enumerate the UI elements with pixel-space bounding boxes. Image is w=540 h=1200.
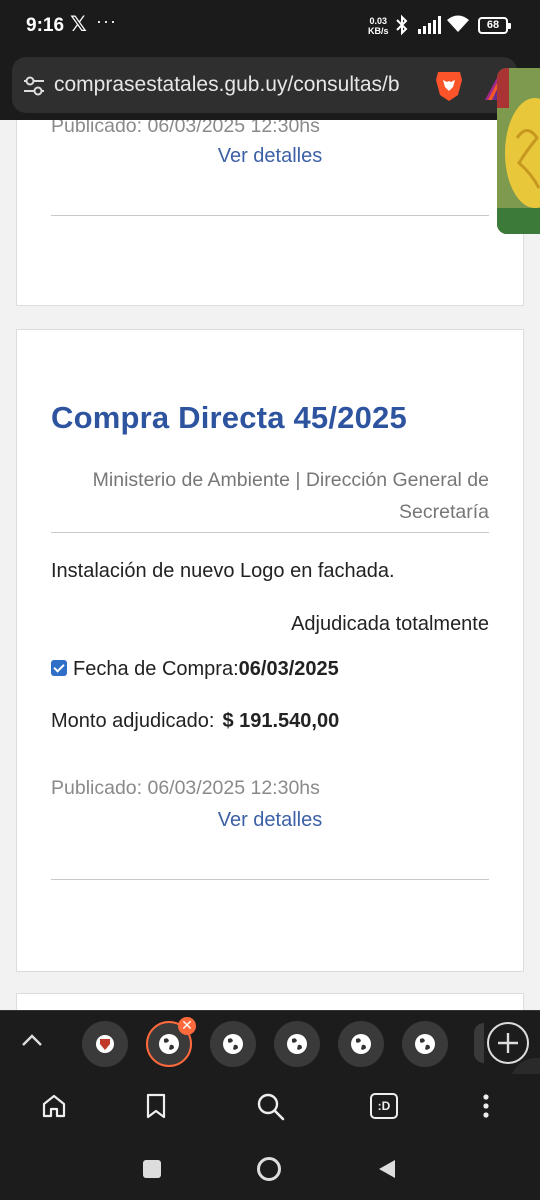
- bookmark-icon[interactable]: [144, 1092, 168, 1120]
- x-logo-icon: 𝕏: [70, 13, 87, 36]
- tab-thumbnail[interactable]: [82, 1021, 128, 1067]
- details-link[interactable]: Ver detalles: [51, 145, 489, 168]
- browser-toolbar: comprasestatales.gub.uy/consultas/b: [0, 54, 540, 120]
- network-speed: 0.03 KB/s: [368, 16, 389, 36]
- globe-icon: [351, 1034, 371, 1054]
- wifi-icon: [447, 15, 469, 32]
- signal-icon: [418, 16, 441, 34]
- tender-description: Instalación de nuevo Logo en fachada.: [51, 560, 395, 582]
- home-icon[interactable]: [40, 1092, 68, 1120]
- back-icon[interactable]: [376, 1158, 398, 1180]
- network-speed-unit: KB/s: [368, 26, 389, 36]
- tab-thumbnail[interactable]: [402, 1021, 448, 1067]
- home-nav-icon[interactable]: [256, 1156, 282, 1182]
- tab-thumbnail[interactable]: [274, 1021, 320, 1067]
- status-time: 9:16: [26, 15, 65, 36]
- divider: [51, 532, 489, 533]
- tabs-icon[interactable]: :D: [370, 1093, 398, 1119]
- details-link[interactable]: Ver detalles: [51, 809, 489, 832]
- thumbnail-image: [497, 68, 540, 234]
- battery-icon: 68: [478, 17, 511, 34]
- page-content: Publicado: 06/03/2025 12:30hs Ver detall…: [0, 120, 540, 1010]
- tab-thumbnail-partial[interactable]: [474, 1023, 484, 1063]
- url-text[interactable]: comprasestatales.gub.uy/consultas/b: [54, 73, 422, 97]
- system-navigation-bar: [0, 1138, 540, 1200]
- plus-icon: [498, 1033, 518, 1053]
- browser-bottom-toolbar: :D: [0, 1074, 540, 1138]
- tender-card-next: [16, 993, 524, 1010]
- more-vert-icon[interactable]: [478, 1092, 494, 1120]
- awarded-amount-label: Monto adjudicado:: [51, 710, 215, 732]
- published-date: Publicado: 06/03/2025 12:30hs: [51, 777, 320, 799]
- globe-icon: [415, 1034, 435, 1054]
- globe-icon: [159, 1034, 179, 1054]
- checkbox-icon: [51, 660, 67, 676]
- globe-icon: [287, 1034, 307, 1054]
- published-date: Publicado: 06/03/2025 12:30hs: [51, 120, 320, 137]
- more-notifications-icon: ···: [96, 11, 117, 31]
- tune-icon[interactable]: [22, 75, 46, 97]
- floating-video-thumbnail[interactable]: [497, 68, 540, 234]
- network-speed-value: 0.03: [369, 16, 388, 26]
- purchase-date-value: 06/03/2025: [238, 658, 339, 680]
- divider: [51, 879, 489, 880]
- brave-shield-icon[interactable]: [434, 69, 464, 103]
- tender-status: Adjudicada totalmente: [291, 613, 489, 635]
- status-bar: 9:16 𝕏 ··· 0.03 KB/s 68: [0, 0, 540, 54]
- close-tab-icon[interactable]: ✕: [178, 1017, 196, 1035]
- tab-thumbnail[interactable]: [210, 1021, 256, 1067]
- awarded-amount-value: $ 191.540,00: [222, 710, 340, 732]
- purchase-date-row: Fecha de Compra:06/03/2025: [51, 658, 339, 681]
- tender-organization: Ministerio de Ambiente | Dirección Gener…: [92, 469, 489, 523]
- site-favicon-icon: [96, 1035, 114, 1053]
- chevron-up-icon[interactable]: [20, 1031, 44, 1049]
- tender-card-previous: Publicado: 06/03/2025 12:30hs Ver detall…: [16, 120, 524, 306]
- divider: [51, 215, 489, 216]
- bluetooth-icon: [396, 14, 408, 36]
- tender-title[interactable]: Compra Directa 45/2025: [51, 400, 407, 436]
- url-bar[interactable]: comprasestatales.gub.uy/consultas/b: [12, 57, 517, 113]
- tab-thumbnail[interactable]: [338, 1021, 384, 1067]
- tab-strip: ✕: [0, 1010, 540, 1074]
- recents-icon[interactable]: [142, 1159, 162, 1179]
- purchase-date-label: Fecha de Compra:: [73, 658, 239, 680]
- globe-icon: [223, 1034, 243, 1054]
- tender-card: Compra Directa 45/2025 Ministerio de Amb…: [16, 329, 524, 972]
- awarded-amount-row: Monto adjudicado: $ 191.540,00: [51, 710, 339, 733]
- search-icon[interactable]: [256, 1092, 286, 1122]
